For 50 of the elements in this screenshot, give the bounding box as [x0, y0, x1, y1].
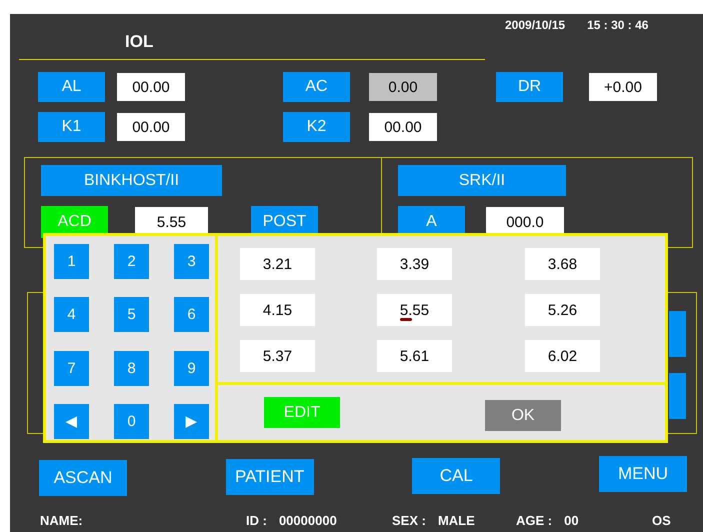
keypad-key[interactable]: 4	[54, 297, 89, 332]
keypad-key[interactable]: 5	[114, 297, 149, 332]
value-option[interactable]: 3.39	[377, 248, 452, 280]
value-option[interactable]: 3.68	[525, 248, 600, 280]
value-field[interactable]: 00.00	[117, 113, 185, 141]
ok-button[interactable]: OK	[485, 400, 561, 431]
keypad-key[interactable]: 1	[54, 244, 89, 279]
measure-button[interactable]: K1	[38, 112, 105, 142]
value-field[interactable]: 00.00	[117, 73, 185, 101]
side-button[interactable]	[669, 311, 686, 357]
formula-button[interactable]: SRK/II	[398, 165, 566, 196]
formula-button[interactable]: BINKHOST/II	[41, 165, 222, 196]
keypad-key[interactable]: 7	[54, 350, 89, 386]
value-option[interactable]: 5.37	[240, 340, 315, 372]
keypad-key[interactable]: 9	[174, 350, 209, 386]
measure-button[interactable]: K2	[283, 112, 350, 142]
status-value: 00000000	[278, 513, 337, 528]
nav-button[interactable]: MENU	[598, 456, 687, 492]
status-value: 00	[564, 513, 579, 528]
value-field[interactable]: +0.00	[589, 73, 657, 101]
value-option[interactable]: 5.26	[525, 294, 600, 326]
status-label: AGE :	[516, 513, 552, 528]
keypad-key[interactable]: 6	[174, 297, 209, 332]
nav-button[interactable]: CAL	[412, 458, 500, 494]
status-value: MALE	[438, 513, 475, 528]
keypad-key[interactable]: ▶	[174, 404, 209, 439]
value-option[interactable]: 5.61	[377, 340, 452, 372]
keypad-key[interactable]: 0	[114, 404, 149, 439]
keypad-key[interactable]: 2	[114, 244, 149, 279]
nav-button[interactable]: PATIENT	[226, 459, 314, 495]
screen-title: IOL	[125, 32, 154, 51]
value-option[interactable]: 6.02	[525, 340, 600, 372]
value-field: 0.00	[369, 73, 437, 101]
value-option[interactable]: 4.15	[240, 294, 315, 326]
keypad-key[interactable]: ◀	[54, 404, 89, 439]
value-option[interactable]: 5.55	[377, 294, 452, 326]
keypad-key[interactable]: 8	[114, 350, 149, 386]
status-label: SEX :	[392, 513, 426, 528]
status-label: ID :	[246, 513, 267, 528]
side-button[interactable]	[669, 373, 686, 419]
date-text: 2009/10/15	[505, 18, 566, 32]
keypad-key[interactable]: 3	[174, 244, 209, 279]
nav-button[interactable]: ASCAN	[39, 460, 127, 496]
value-option[interactable]: 3.21	[240, 248, 315, 280]
status-label: OS	[652, 513, 671, 528]
value-field[interactable]: 00.00	[369, 113, 437, 141]
measure-button[interactable]: DR	[496, 72, 563, 102]
measure-button[interactable]: AL	[38, 72, 105, 102]
time-text: 15 : 30 : 46	[587, 18, 648, 32]
status-label: NAME:	[40, 513, 83, 528]
